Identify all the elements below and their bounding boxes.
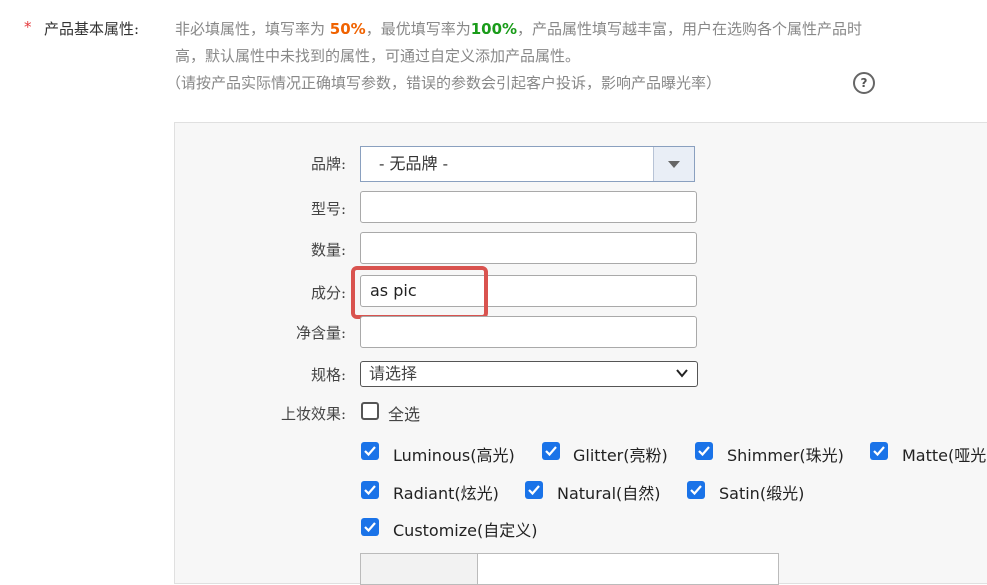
- select-all-checkbox[interactable]: [361, 402, 379, 420]
- intro-line-2: 高，默认属性中未找到的属性，可通过自定义添加产品属性。: [175, 47, 581, 65]
- ingredient-highlight: [351, 266, 488, 319]
- intro-line-3: （请按产品实际情况正确填写参数，错误的参数会引起客户投诉，影响产品曝光率）: [166, 74, 722, 92]
- checkmark-icon: [698, 446, 710, 457]
- option-checkbox-natural[interactable]: [525, 481, 543, 499]
- intro-text: 非必填属性，填写率为: [175, 20, 330, 38]
- checkmark-icon: [528, 485, 540, 496]
- brand-select-value: - 无品牌 -: [379, 154, 448, 173]
- model-input[interactable]: [360, 191, 697, 223]
- spec-select[interactable]: 请选择: [360, 361, 698, 387]
- ingredient-label: 成分:: [310, 284, 346, 302]
- intro-line-1: 非必填属性，填写率为 50%，最优填写率为100%，产品属性填写越丰富，用户在选…: [175, 18, 862, 39]
- option-label-luminous: Luminous(高光): [393, 446, 515, 465]
- fill-rate-min: 50%: [329, 20, 366, 38]
- chevron-down-icon: [676, 369, 688, 378]
- option-label-matte: Matte(哑光: [902, 446, 987, 465]
- option-label-customize: Customize(自定义): [393, 521, 538, 540]
- table-header-cell: [361, 554, 478, 584]
- net-content-label: 净含量:: [295, 324, 346, 342]
- option-label-radiant: Radiant(炫光): [393, 484, 499, 503]
- select-all-label: 全选: [388, 405, 421, 424]
- checkmark-icon: [873, 446, 885, 457]
- caret-down-icon: [668, 161, 680, 168]
- intro-text: ，产品属性填写越丰富，用户在选购各个属性产品时: [517, 20, 863, 38]
- option-label-natural: Natural(自然): [557, 484, 661, 503]
- checkmark-icon: [364, 485, 376, 496]
- spec-label: 规格:: [310, 366, 346, 384]
- option-label-shimmer: Shimmer(珠光): [727, 446, 844, 465]
- option-checkbox-radiant[interactable]: [361, 481, 379, 499]
- option-checkbox-customize[interactable]: [361, 518, 379, 536]
- option-label-glitter: Glitter(亮粉): [573, 446, 668, 465]
- option-checkbox-satin[interactable]: [687, 481, 705, 499]
- brand-dropdown-button[interactable]: [653, 147, 694, 181]
- brand-select[interactable]: - 无品牌 -: [360, 146, 695, 182]
- option-checkbox-matte[interactable]: [870, 442, 888, 460]
- spec-select-value: 请选择: [369, 364, 418, 383]
- custom-attributes-table: [360, 553, 779, 585]
- fill-rate-best: 100%: [470, 20, 518, 38]
- checkmark-icon: [364, 446, 376, 457]
- quantity-input[interactable]: [360, 232, 697, 264]
- help-icon[interactable]: ?: [853, 72, 875, 94]
- required-asterisk: *: [24, 18, 32, 36]
- checkmark-icon: [690, 485, 702, 496]
- intro-text: ，最优填写率为: [365, 20, 471, 38]
- checkmark-icon: [364, 522, 376, 533]
- model-label: 型号:: [310, 200, 346, 218]
- checkmark-icon: [545, 446, 557, 457]
- quantity-label: 数量:: [310, 241, 346, 259]
- option-checkbox-glitter[interactable]: [542, 442, 560, 460]
- makeup-effect-label: 上妆效果:: [280, 405, 346, 423]
- option-checkbox-luminous[interactable]: [361, 442, 379, 460]
- brand-label: 品牌:: [310, 155, 346, 173]
- option-label-satin: Satin(缎光): [719, 484, 805, 503]
- option-checkbox-shimmer[interactable]: [695, 442, 713, 460]
- section-label: 产品基本属性:: [44, 20, 140, 38]
- net-content-input[interactable]: [360, 316, 697, 348]
